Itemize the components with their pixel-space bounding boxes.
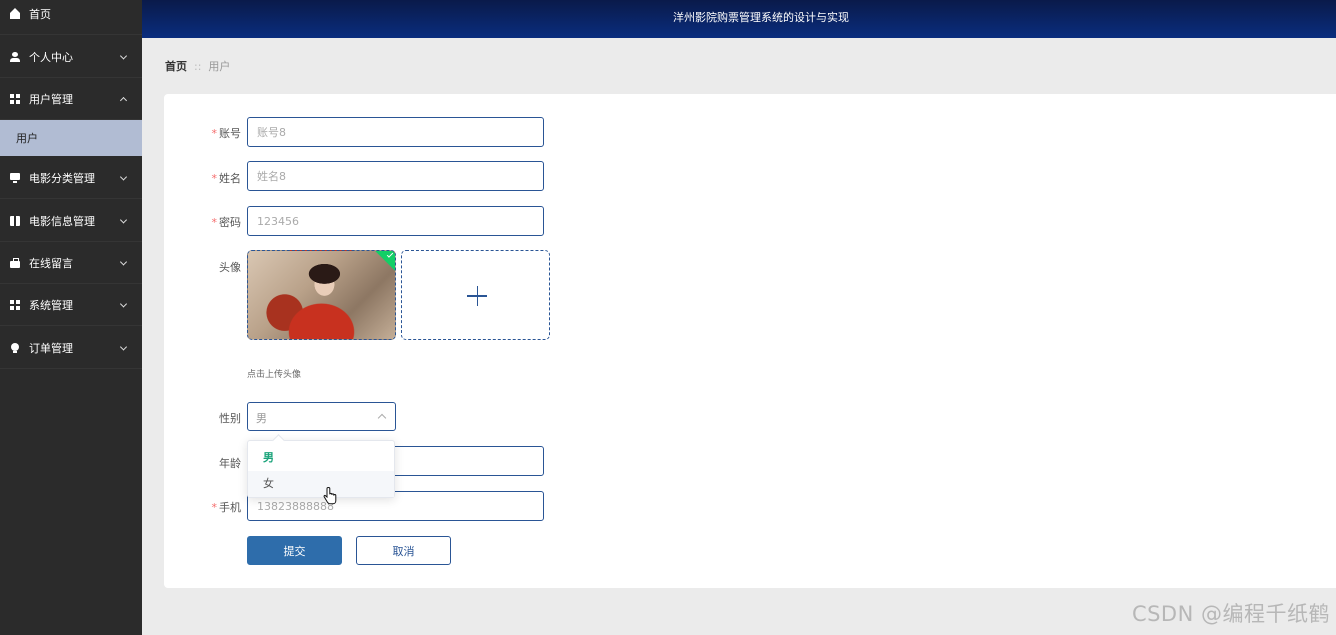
- sidebar-item-messages[interactable]: 在线留言: [0, 242, 142, 284]
- gender-select-value: 男: [256, 412, 267, 425]
- required-mark: *: [211, 216, 218, 229]
- bulb-icon: [10, 342, 20, 353]
- briefcase-icon: [10, 257, 20, 268]
- book-icon: [10, 215, 20, 226]
- breadcrumb-separator: ::: [194, 59, 202, 73]
- sidebar-item-label: 订单管理: [29, 341, 73, 355]
- required-mark: *: [211, 501, 218, 514]
- gender-option-male[interactable]: 男: [248, 445, 394, 471]
- sidebar-item-movie-info[interactable]: 电影信息管理: [0, 200, 142, 242]
- gender-select[interactable]: 男: [247, 402, 396, 431]
- name-label: * 姓名: [211, 172, 242, 185]
- chevron-down-icon: [119, 172, 128, 181]
- top-header: 洋州影院购票管理系统的设计与实现: [142, 0, 1336, 38]
- sidebar: 首页 个人中心 用户管理 用户 电影分类管理 电影信息管理 在线留言 系统管理 …: [0, 0, 142, 635]
- gender-dropdown: 男 女: [247, 440, 395, 498]
- sidebar-item-label: 在线留言: [29, 256, 73, 270]
- sidebar-item-label: 首页: [29, 7, 51, 21]
- account-label: * 账号: [211, 127, 242, 140]
- phone-label: * 手机: [211, 501, 242, 514]
- chevron-down-icon: [119, 299, 128, 308]
- password-label: * 密码: [211, 216, 242, 229]
- avatar-upload-button[interactable]: [401, 250, 550, 340]
- grid-icon: [10, 93, 20, 104]
- gender-option-female[interactable]: 女: [248, 471, 394, 497]
- sidebar-item-label: 电影分类管理: [29, 171, 95, 185]
- sidebar-item-label: 系统管理: [29, 298, 73, 312]
- watermark: CSDN @编程千纸鹤: [1131, 602, 1330, 626]
- sidebar-item-label: 用户管理: [29, 92, 73, 106]
- home-icon: [10, 7, 20, 19]
- name-input[interactable]: [247, 161, 544, 191]
- sidebar-item-label: 电影信息管理: [29, 214, 95, 228]
- avatar-label: 头像: [219, 261, 241, 274]
- app-title: 洋州影院购票管理系统的设计与实现: [673, 11, 849, 24]
- chevron-down-icon: [119, 342, 128, 351]
- avatar-preview[interactable]: [247, 250, 396, 340]
- submit-button[interactable]: 提交: [247, 536, 342, 565]
- chevron-down-icon: [119, 215, 128, 224]
- age-label: 年龄: [219, 457, 241, 470]
- user-icon: [10, 51, 20, 62]
- avatar-hint: 点击上传头像: [247, 370, 302, 380]
- breadcrumb-current: 用户: [208, 60, 231, 73]
- password-input[interactable]: [247, 206, 544, 236]
- sidebar-subitem-label: 用户: [16, 132, 38, 145]
- sidebar-item-user-management[interactable]: 用户管理: [0, 78, 142, 120]
- breadcrumb-home[interactable]: 首页: [165, 58, 187, 74]
- monitor-icon: [10, 172, 20, 183]
- hand-cursor-icon: [323, 487, 337, 505]
- grid-icon: [10, 299, 20, 310]
- chevron-up-icon: [377, 413, 387, 423]
- cancel-button[interactable]: 取消: [356, 536, 451, 565]
- required-mark: *: [211, 127, 218, 140]
- chevron-up-icon: [119, 96, 128, 104]
- sidebar-item-label: 个人中心: [29, 50, 73, 64]
- chevron-down-icon: [119, 51, 128, 60]
- account-input[interactable]: [247, 117, 544, 147]
- sidebar-item-personal-center[interactable]: 个人中心: [0, 36, 142, 78]
- chevron-down-icon: [119, 257, 128, 266]
- sidebar-item-orders[interactable]: 订单管理: [0, 327, 142, 369]
- sidebar-item-system[interactable]: 系统管理: [0, 284, 142, 326]
- gender-label: 性别: [219, 412, 241, 425]
- sidebar-item-home[interactable]: 首页: [0, 0, 142, 35]
- required-mark: *: [211, 172, 218, 185]
- breadcrumb: 首页 :: 用户: [165, 58, 230, 74]
- sidebar-subitem-user[interactable]: 用户: [0, 120, 142, 156]
- sidebar-item-movie-category[interactable]: 电影分类管理: [0, 157, 142, 199]
